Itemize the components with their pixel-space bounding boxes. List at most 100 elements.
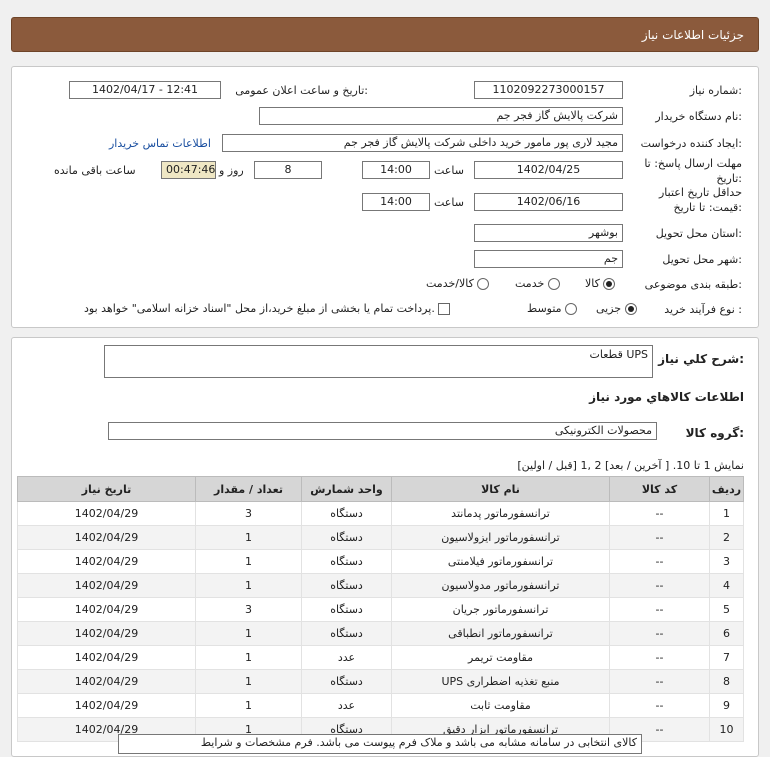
creator-label: ایجاد کننده درخواست: — [640, 137, 742, 150]
buyer-label: نام دستگاه خریدار: — [655, 110, 742, 123]
checkbox-icon — [438, 303, 451, 315]
goods-info-title: اطلاعات کالاهاي مورد نياز — [589, 390, 744, 404]
cell-date: 1402/04/29 — [17, 669, 196, 694]
cell-unit: دستگاه — [301, 525, 392, 550]
cell-name: ترانسفورماتور انطباقی — [391, 621, 610, 646]
cell-date: 1402/04/29 — [17, 621, 196, 646]
cell-name: ترانسفورماتور فیلامنتی — [391, 549, 610, 574]
validity-label-2: قیمت: تا تاریخ: — [673, 201, 742, 214]
goods-table: ردیف کد کالا نام کالا واحد شمارش تعداد /… — [17, 476, 744, 742]
process-option-minor[interactable]: جزیی — [596, 302, 637, 315]
header-date: تاریخ نیاز — [17, 476, 196, 502]
buyer-contact-link[interactable]: اطلاعات تماس خریدار — [109, 137, 211, 150]
table-row[interactable]: 7 -- مقاومت تریمر عدد 1 1402/04/29 — [17, 645, 744, 670]
category-option-goods-service[interactable]: کالا/خدمت — [426, 277, 490, 290]
cell-date: 1402/04/29 — [17, 693, 196, 718]
cell-name: منبع تغذیه اضطراری UPS — [391, 669, 610, 694]
table-row[interactable]: 4 -- ترانسفورماتور مدولاسیون دستگاه 1 1402/04… — [17, 573, 744, 598]
header-qty: تعداد / مقدار — [195, 476, 302, 502]
cell-unit: دستگاه — [301, 573, 392, 598]
description-label: شرح کلي نياز: — [658, 352, 744, 366]
deadline-date-field: 1402/04/25 — [474, 161, 623, 179]
cell-row-num: 1 — [709, 501, 744, 526]
cell-row-num: 10 — [709, 717, 744, 742]
deadline-label: مهلت ارسال پاسخ: تا — [644, 157, 742, 170]
radio-icon — [477, 278, 490, 290]
remaining-time-field: 00:47:46 — [161, 161, 216, 179]
table-row[interactable]: 3 -- ترانسفورماتور فیلامنتی دستگاه 1 1402/04/… — [17, 549, 744, 574]
radio-icon — [547, 278, 560, 290]
table-row[interactable]: 5 -- ترانسفورماتور جریان دستگاه 3 1402/04/29 — [17, 597, 744, 622]
city-field: جم — [474, 250, 623, 268]
cell-qty: 1 — [195, 693, 302, 718]
cell-date: 1402/04/29 — [17, 597, 196, 622]
cell-qty: 1 — [195, 525, 302, 550]
table-row[interactable]: 8 -- منبع تغذیه اضطراری UPS دستگاه 1 1402/04/… — [17, 669, 744, 694]
cell-unit: دستگاه — [301, 501, 392, 526]
category-label: طبقه بندی موضوعی: — [644, 278, 742, 291]
cell-name: ترانسفورماتور مدولاسیون — [391, 573, 610, 598]
cell-unit: دستگاه — [301, 549, 392, 574]
cell-qty: 1 — [195, 645, 302, 670]
validity-time-field: 14:00 — [362, 193, 430, 211]
cell-row-num: 9 — [709, 693, 744, 718]
days-label: روز و — [219, 164, 244, 177]
cell-code: -- — [609, 621, 710, 646]
buyer-field: شرکت پالایش گاز فجر جم — [259, 107, 623, 125]
table-row[interactable]: 9 -- مقاومت ثابت عدد 1 1402/04/29 — [17, 693, 744, 718]
table-row[interactable]: 2 -- ترانسفورماتور ایزولاسیون دستگاه 1 1402/0… — [17, 525, 744, 550]
pagination[interactable]: نمایش 1 تا 10. [ آخرین / بعد] 2 ,1 [قبل … — [517, 459, 744, 472]
cell-code: -- — [609, 501, 710, 526]
cell-name: ترانسفورماتور جریان — [391, 597, 610, 622]
process-option-medium[interactable]: متوسط — [527, 302, 578, 315]
category-option-service[interactable]: خدمت — [515, 277, 560, 290]
cell-qty: 3 — [195, 501, 302, 526]
cell-qty: 1 — [195, 573, 302, 598]
deadline-time-label: ساعت — [434, 164, 464, 177]
validity-date-field: 1402/06/16 — [474, 193, 623, 211]
table-row[interactable]: 1 -- ترانسفورماتور پدمانتد دستگاه 3 1402/04/2… — [17, 501, 744, 526]
process-label: نوع فرآیند خرید : — [664, 303, 742, 316]
cell-code: -- — [609, 693, 710, 718]
header-unit: واحد شمارش — [301, 476, 392, 502]
cell-row-num: 2 — [709, 525, 744, 550]
days-remaining-field: 8 — [254, 161, 322, 179]
deadline-time-field: 14:00 — [362, 161, 430, 179]
cell-date: 1402/04/29 — [17, 525, 196, 550]
header-name: نام کالا — [391, 476, 610, 502]
header-row-num: ردیف — [709, 476, 744, 502]
cell-date: 1402/04/29 — [17, 549, 196, 574]
cell-unit: دستگاه — [301, 597, 392, 622]
cell-row-num: 5 — [709, 597, 744, 622]
header-code: کد کالا — [609, 476, 710, 502]
cell-code: -- — [609, 573, 710, 598]
cell-row-num: 3 — [709, 549, 744, 574]
validity-label: حداقل تاریخ اعتبار — [658, 186, 742, 199]
cell-name: ترانسفورماتور پدمانتد — [391, 501, 610, 526]
table-row[interactable]: 6 -- ترانسفورماتور انطباقی دستگاه 1 1402/04/2… — [17, 621, 744, 646]
radio-selected-icon — [624, 303, 637, 315]
radio-icon — [565, 303, 578, 315]
cell-date: 1402/04/29 — [17, 645, 196, 670]
need-number-label: شماره نیاز: — [689, 84, 742, 97]
table-header-row: ردیف کد کالا نام کالا واحد شمارش تعداد /… — [17, 476, 744, 502]
footer-note: کالای انتخابی در سامانه مشابه می باشد و … — [118, 734, 642, 754]
cell-name: مقاومت تریمر — [391, 645, 610, 670]
need-info-panel: شماره نیاز: 1102092273000157 تاریخ و ساع… — [11, 66, 759, 328]
cell-row-num: 8 — [709, 669, 744, 694]
cell-row-num: 6 — [709, 621, 744, 646]
cell-unit: عدد — [301, 645, 392, 670]
cell-qty: 1 — [195, 549, 302, 574]
cell-date: 1402/04/29 — [17, 501, 196, 526]
cell-qty: 1 — [195, 621, 302, 646]
cell-row-num: 4 — [709, 573, 744, 598]
city-label: شهر محل تحویل: — [662, 253, 742, 266]
remaining-label: ساعت باقی مانده — [54, 164, 136, 177]
cell-code: -- — [609, 669, 710, 694]
announce-field: 1402/04/17 - 12:41 — [69, 81, 221, 99]
treasury-payment-option[interactable]: پرداخت تمام یا بخشی از مبلغ خرید،از محل … — [84, 302, 451, 315]
cell-name: ترانسفورماتور ایزولاسیون — [391, 525, 610, 550]
page-title: جزئیات اطلاعات نیاز — [641, 28, 744, 42]
category-option-goods[interactable]: کالا — [585, 277, 616, 290]
cell-unit: دستگاه — [301, 669, 392, 694]
